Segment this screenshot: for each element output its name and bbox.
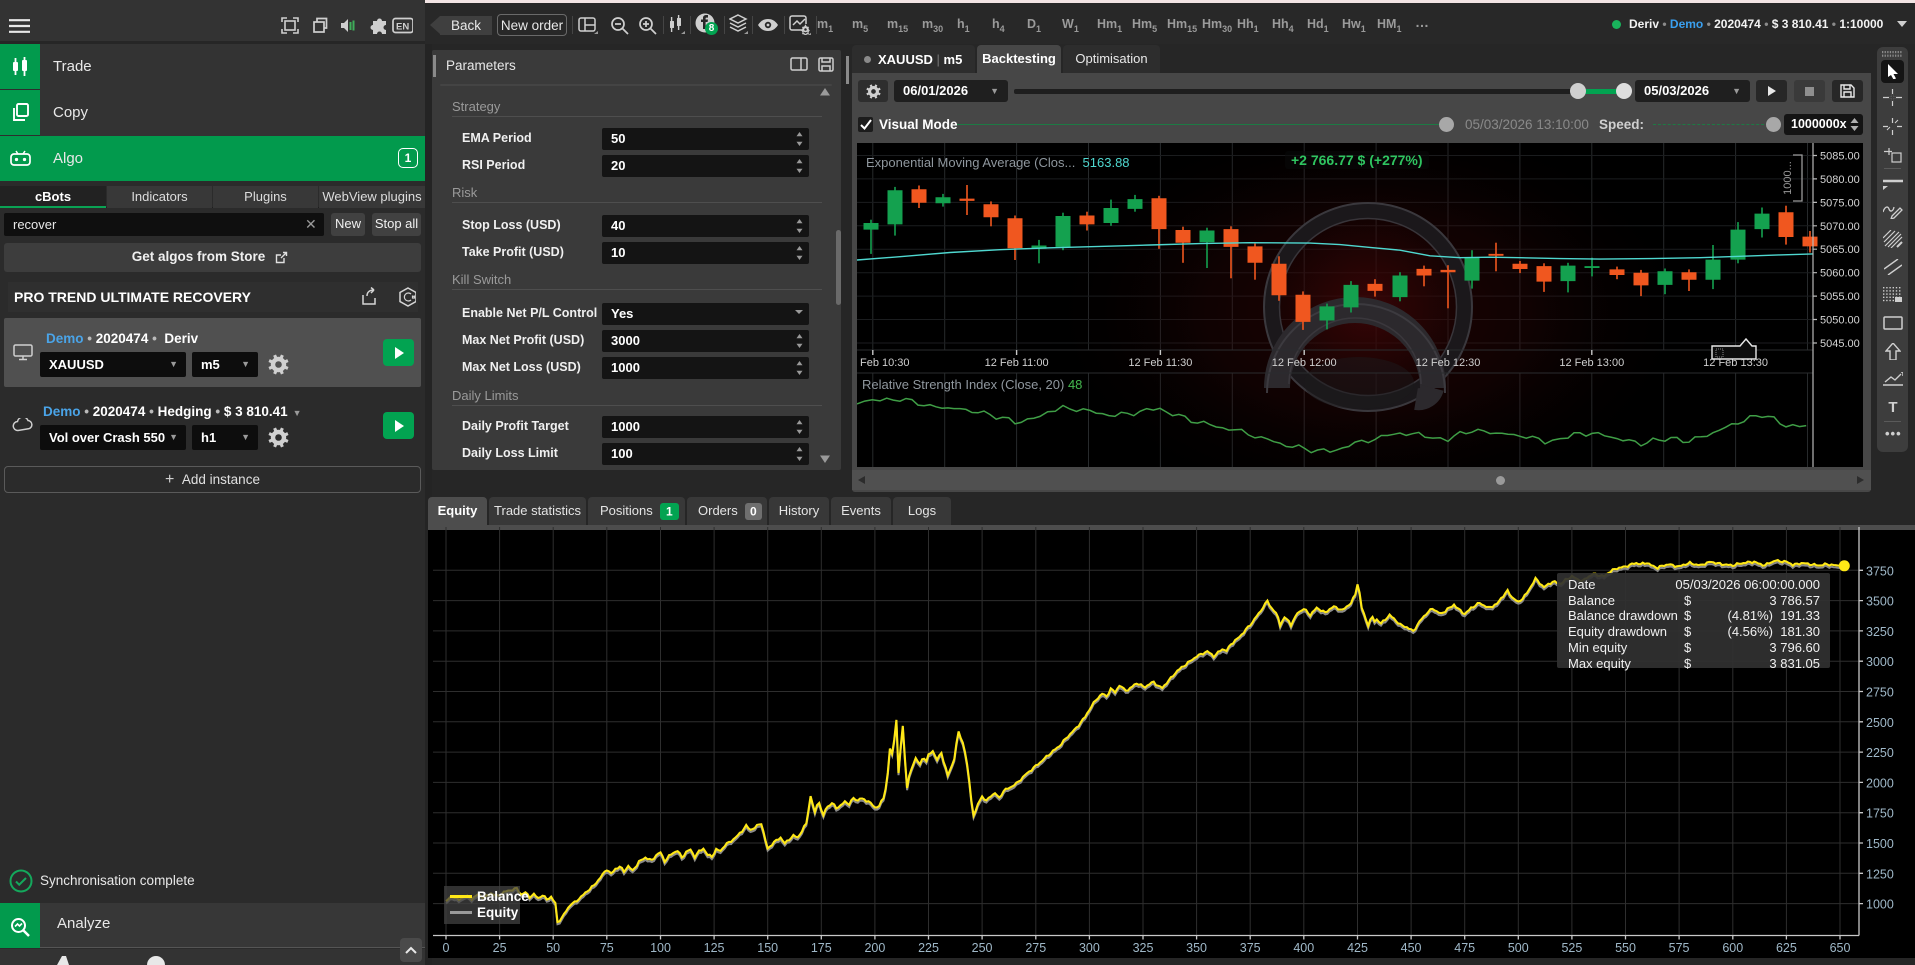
svg-text:625: 625 [1776,941,1797,955]
svg-text:75: 75 [600,941,614,955]
svg-text:575: 575 [1669,941,1690,955]
svg-text:5060.00: 5060.00 [1820,268,1860,280]
svg-text:12 Feb 11:30: 12 Feb 11:30 [1128,357,1192,369]
svg-text:2250: 2250 [1866,746,1894,760]
svg-text:550: 550 [1615,941,1636,955]
svg-text:5075.00: 5075.00 [1820,197,1860,209]
svg-text:5085.00: 5085.00 [1820,151,1860,163]
svg-text:450: 450 [1401,941,1422,955]
svg-text:175: 175 [811,941,832,955]
svg-text:200: 200 [864,941,885,955]
svg-text:Feb 10:30: Feb 10:30 [860,357,910,369]
svg-text:525: 525 [1561,941,1582,955]
svg-text:600: 600 [1722,941,1743,955]
svg-text:500: 500 [1508,941,1529,955]
svg-text:1250: 1250 [1866,867,1894,881]
svg-text:0: 0 [443,941,450,955]
svg-text:125: 125 [704,941,725,955]
svg-text:400: 400 [1293,941,1314,955]
svg-text:50: 50 [546,941,560,955]
svg-text:3500: 3500 [1866,595,1894,609]
svg-text:1000: 1000 [1866,898,1894,912]
svg-text:5045.00: 5045.00 [1820,338,1860,350]
svg-text:5070.00: 5070.00 [1820,221,1860,233]
svg-text:5065.00: 5065.00 [1820,244,1860,256]
svg-text:3000: 3000 [1866,655,1894,669]
svg-text:25: 25 [493,941,507,955]
svg-text:300: 300 [1079,941,1100,955]
svg-text:12 Feb 13:00: 12 Feb 13:00 [1559,357,1624,369]
svg-text:1000...: 1000... [1782,161,1794,195]
svg-text:325: 325 [1133,941,1154,955]
svg-text:425: 425 [1347,941,1368,955]
svg-text:2500: 2500 [1866,716,1894,730]
svg-text:250: 250 [972,941,993,955]
svg-text:1750: 1750 [1866,807,1894,821]
svg-text:100: 100 [650,941,671,955]
svg-text:12 Feb 11:00: 12 Feb 11:00 [985,357,1049,369]
svg-text:3750: 3750 [1866,564,1894,578]
svg-text:475: 475 [1454,941,1475,955]
svg-text:EN: EN [396,22,409,33]
svg-text:150: 150 [757,941,778,955]
svg-text:650: 650 [1830,941,1851,955]
svg-text:350: 350 [1186,941,1207,955]
svg-text:2000: 2000 [1866,776,1894,790]
svg-text:12 Feb 12:00: 12 Feb 12:00 [1272,357,1337,369]
svg-text:5050.00: 5050.00 [1820,315,1860,327]
svg-text:225: 225 [918,941,939,955]
svg-text:3250: 3250 [1866,625,1894,639]
svg-text:5080.00: 5080.00 [1820,174,1860,186]
svg-text:375: 375 [1240,941,1261,955]
svg-text:2750: 2750 [1866,686,1894,700]
svg-text:275: 275 [1025,941,1046,955]
svg-text:1500: 1500 [1866,837,1894,851]
svg-text:12 Feb 12:30: 12 Feb 12:30 [1416,357,1481,369]
svg-text:5055.00: 5055.00 [1820,291,1860,303]
